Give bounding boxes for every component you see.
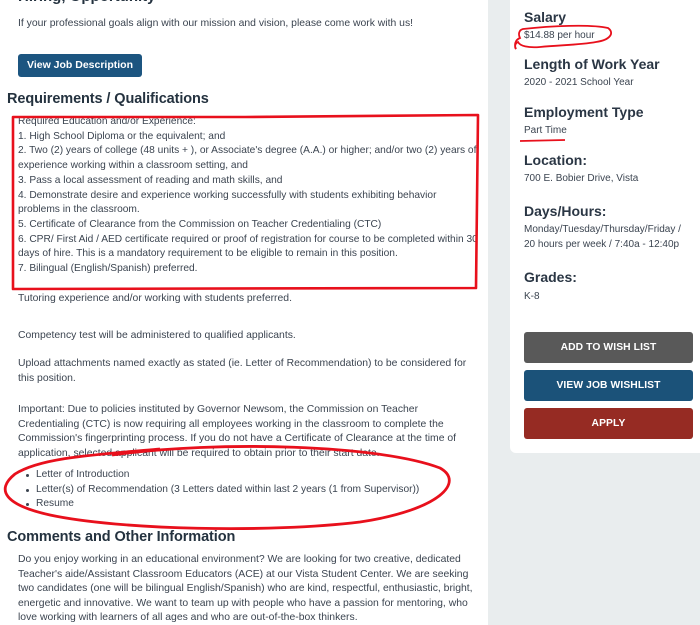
salary-label: Salary	[524, 9, 567, 25]
section-heading-cut: Hiring, Opportunity	[18, 0, 155, 5]
requirements-intro: Required Education and/or Experience:	[18, 116, 196, 127]
employment-type-label: Employment Type	[524, 104, 644, 120]
salary-value: $14.88 per hour	[524, 30, 595, 41]
view-job-wishlist-button[interactable]: VIEW JOB WISHLIST	[524, 370, 693, 401]
competency-note: Competency test will be administered to …	[18, 330, 296, 341]
add-to-wishlist-button[interactable]: ADD TO WISH LIST	[524, 332, 693, 363]
job-main-content: Hiring, Opportunity If your professional…	[0, 0, 488, 625]
days-hours-label: Days/Hours:	[524, 203, 607, 219]
requirement-item: 7. Bilingual (English/Spanish) preferred…	[18, 263, 198, 275]
requirements-list: Required Education and/or Experience: 1.…	[18, 115, 478, 277]
length-of-work-year-label: Length of Work Year	[524, 56, 660, 72]
requirement-item: 5. Certificate of Clearance from the Com…	[18, 218, 382, 230]
days-hours-value: Monday/Tuesday/Thursday/Friday / 20 hour…	[524, 224, 681, 250]
grades-label: Grades:	[524, 269, 577, 285]
upload-note: Upload attachments named exactly as stat…	[18, 358, 467, 384]
attachment-item: Resume	[25, 497, 419, 512]
attachment-item: Letter(s) of Recommendation (3 Letters d…	[25, 483, 419, 498]
location-label: Location:	[524, 152, 587, 168]
requirement-item: 1. High School Diploma or the equivalent…	[18, 130, 226, 142]
requirement-item: 6. CPR/ First Aid / AED certificate requ…	[18, 233, 478, 260]
tutoring-note: Tutoring experience and/or working with …	[18, 293, 292, 304]
requirement-item: 2. Two (2) years of college (48 units + …	[18, 145, 477, 172]
requirement-item: 3. Pass a local assessment of reading an…	[18, 174, 283, 186]
comments-text: Do you enjoy working in an educational e…	[18, 554, 473, 624]
intro-text: If your professional goals align with ou…	[18, 18, 414, 29]
attachment-item: Letter of Introduction	[25, 468, 419, 483]
comments-heading: Comments and Other Information	[7, 529, 236, 545]
length-of-work-year-value: 2020 - 2021 School Year	[524, 77, 634, 88]
view-job-description-button[interactable]: View Job Description	[18, 54, 142, 77]
requirements-heading: Requirements / Qualifications	[7, 91, 209, 107]
employment-type-value: Part Time	[524, 125, 567, 136]
apply-button[interactable]: APPLY	[524, 408, 693, 439]
attachments-list: Letter of Introduction Letter(s) of Reco…	[25, 468, 419, 512]
requirement-item: 4. Demonstrate desire and experience wor…	[18, 189, 437, 216]
important-note: Important: Due to policies instituted by…	[18, 404, 457, 459]
grades-value: K-8	[524, 291, 540, 302]
location-value: 700 E. Bobier Drive, Vista	[524, 173, 639, 184]
